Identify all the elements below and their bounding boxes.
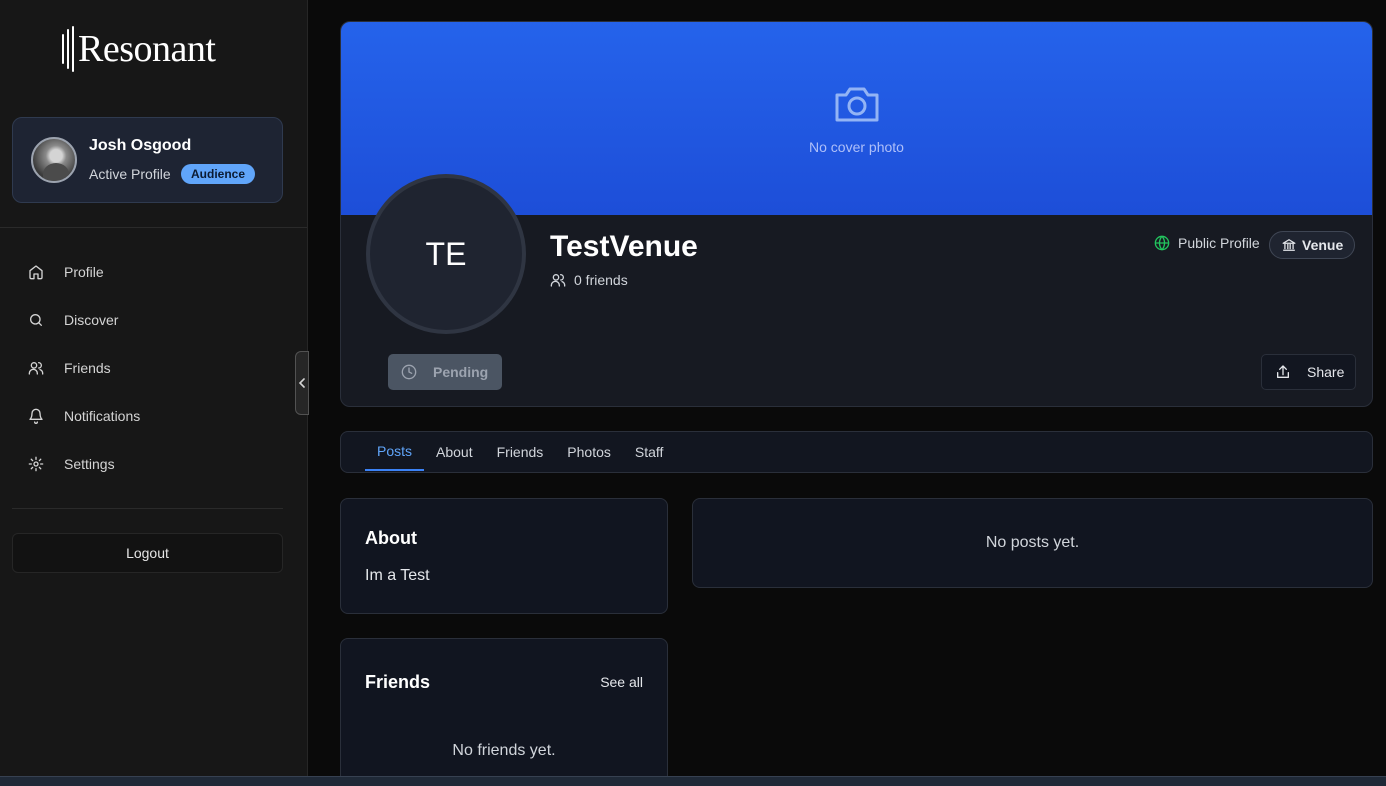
sidebar-nav: Profile Discover Friends Notifications S… — [0, 248, 307, 488]
user-name: Josh Osgood — [89, 137, 192, 154]
sidebar-collapse-button[interactable] — [295, 351, 309, 415]
gear-icon — [28, 456, 44, 472]
friends-empty-text: No friends yet. — [452, 742, 556, 759]
sidebar: Resonant Josh Osgood Active Profile Audi… — [0, 0, 308, 776]
cover-placeholder-text: No cover photo — [809, 139, 904, 155]
sidebar-item-discover[interactable]: Discover — [0, 296, 307, 344]
visibility-label: Public Profile — [1178, 235, 1260, 251]
see-all-friends-link[interactable]: See all — [600, 674, 643, 690]
home-icon — [29, 265, 43, 280]
chevron-left-icon — [298, 378, 305, 388]
active-profile-label: Active Profile — [89, 166, 171, 182]
share-button[interactable]: Share — [1261, 354, 1356, 390]
sidebar-item-label: Notifications — [64, 408, 141, 424]
search-icon — [30, 314, 42, 326]
about-text: Im a Test — [365, 567, 430, 584]
camera-icon — [835, 87, 879, 122]
divider — [0, 227, 307, 228]
visibility-indicator: Public Profile — [1154, 235, 1260, 251]
users-icon — [550, 274, 566, 287]
bell-icon — [29, 408, 43, 424]
clock-icon — [401, 364, 417, 380]
sidebar-item-notifications[interactable]: Notifications — [0, 392, 307, 440]
logo-mark-icon — [62, 26, 74, 72]
brand-logo[interactable]: Resonant — [62, 26, 216, 72]
friends-count[interactable]: 0 friends — [550, 272, 628, 288]
share-icon — [1277, 365, 1289, 378]
pending-label: Pending — [433, 364, 489, 380]
about-card: About Im a Test — [340, 498, 668, 614]
about-card-title: About — [365, 528, 417, 548]
profile-avatar[interactable]: TE — [366, 174, 526, 334]
friends-count-label: 0 friends — [574, 272, 628, 288]
globe-icon — [1154, 235, 1170, 251]
building-icon — [1282, 239, 1296, 251]
cover-photo[interactable]: No cover photo — [341, 22, 1372, 215]
sidebar-item-label: Profile — [64, 264, 104, 280]
role-badge: Audience — [181, 164, 256, 184]
sidebar-item-label: Discover — [64, 312, 119, 328]
divider — [12, 508, 283, 509]
profile-tabs: Posts About Friends Photos Staff — [340, 431, 1373, 473]
tab-staff[interactable]: Staff — [623, 433, 676, 471]
profile-name: TestVenue — [550, 230, 698, 263]
avatar-initials: TE — [425, 235, 467, 272]
sidebar-item-friends[interactable]: Friends — [0, 344, 307, 392]
posts-empty-text: No posts yet. — [985, 534, 1080, 551]
tab-about[interactable]: About — [424, 433, 485, 471]
sidebar-item-label: Settings — [64, 456, 115, 472]
profile-type-label: Venue — [1302, 237, 1344, 253]
sidebar-item-settings[interactable]: Settings — [0, 440, 307, 488]
active-profile-card[interactable]: Josh Osgood Active Profile Audience — [12, 117, 283, 203]
sidebar-item-label: Friends — [64, 360, 111, 376]
sidebar-item-profile[interactable]: Profile — [0, 248, 307, 296]
users-icon — [28, 362, 44, 375]
share-label: Share — [1307, 364, 1345, 380]
logout-button[interactable]: Logout — [12, 533, 283, 573]
posts-feed: No posts yet. — [692, 498, 1373, 588]
avatar — [31, 137, 77, 183]
profile-header: No cover photo TE TestVenue 0 friends Pu… — [340, 21, 1373, 407]
bottom-bar — [0, 776, 1386, 786]
tab-posts[interactable]: Posts — [365, 433, 425, 471]
tab-friends[interactable]: Friends — [485, 433, 556, 471]
friends-card: Friends See all No friends yet. — [340, 638, 668, 786]
pending-request-button[interactable]: Pending — [388, 354, 502, 390]
tab-photos[interactable]: Photos — [555, 433, 623, 471]
profile-type-badge: Venue — [1269, 231, 1356, 259]
friends-card-title: Friends — [365, 672, 431, 692]
brand-name: Resonant — [78, 28, 216, 70]
